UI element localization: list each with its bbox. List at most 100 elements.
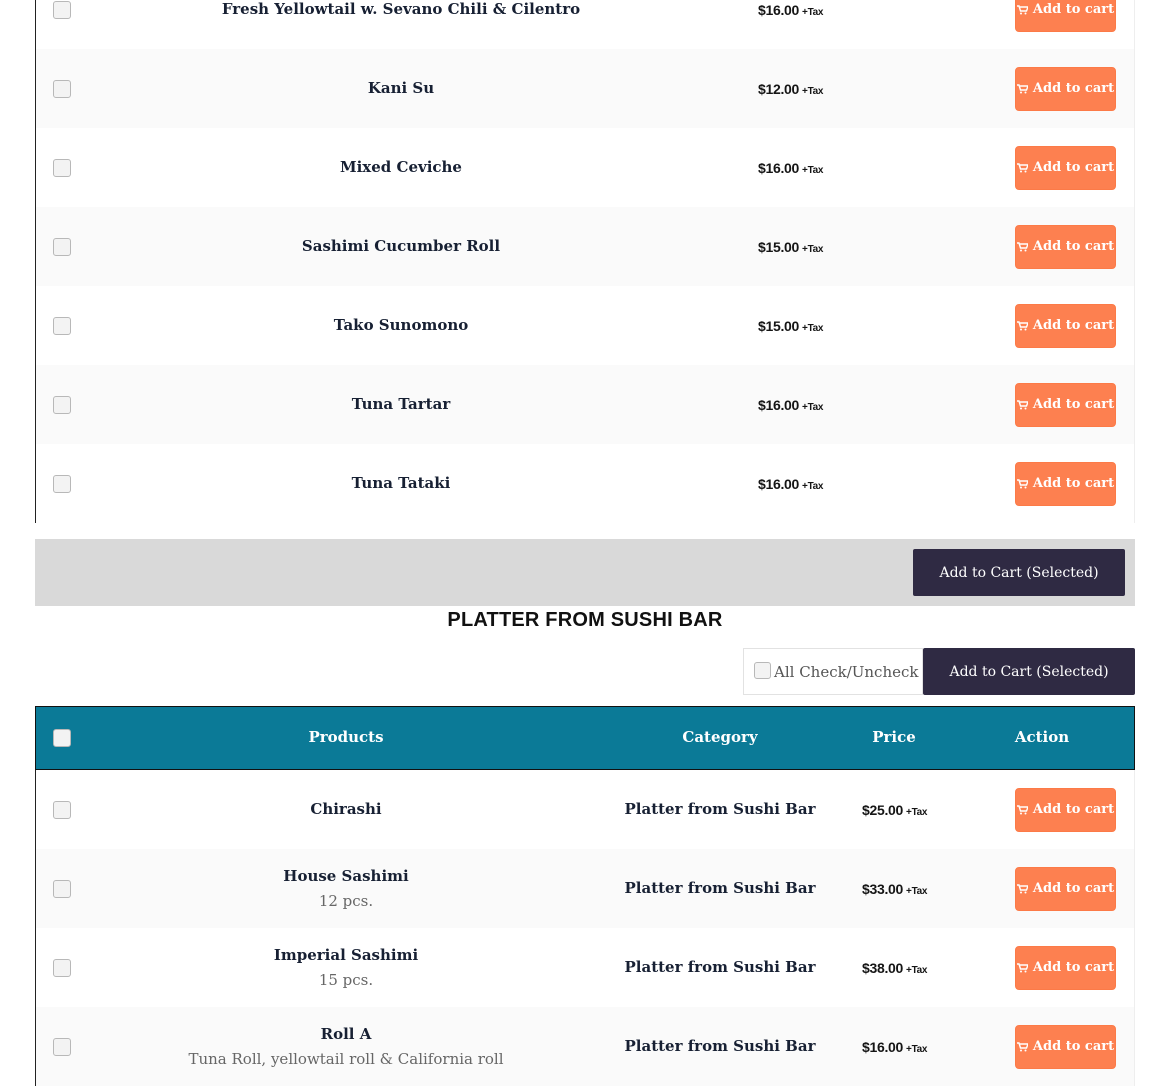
- price-amount: $16.00: [758, 475, 800, 492]
- header-price: Price: [872, 728, 916, 746]
- add-to-cart-label: Add to cart: [1032, 160, 1115, 175]
- product-title[interactable]: Imperial Sashimi: [274, 946, 418, 964]
- table-row: Sashimi Cucumber Roll $15.00 +Tax Add to …: [35, 207, 1135, 286]
- add-to-cart-label: Add to cart: [1032, 802, 1115, 817]
- tax-label: +Tax: [802, 322, 824, 334]
- check-all-checkbox[interactable]: [754, 661, 771, 679]
- product-category: Platter from Sushi Bar: [624, 957, 816, 976]
- table-row: House Sashimi 12 pcs. Platter from Sushi …: [35, 849, 1135, 928]
- row-checkbox[interactable]: [53, 0, 71, 19]
- row-checkbox[interactable]: [53, 158, 71, 177]
- product-price: $12.00 +Tax: [758, 81, 823, 97]
- tax-label: +Tax: [802, 6, 824, 18]
- product-description: 12 pcs.: [318, 891, 374, 910]
- price-amount: $16.00: [758, 159, 800, 176]
- product-name[interactable]: Roll A Tuna Roll, yellowtail roll & Calif…: [146, 1025, 546, 1068]
- row-checkbox[interactable]: [53, 879, 71, 898]
- table-row: Roll A Tuna Roll, yellowtail roll & Calif…: [35, 1007, 1135, 1086]
- row-checkbox[interactable]: [53, 474, 71, 493]
- add-to-cart-button[interactable]: Add to cart: [1015, 224, 1116, 269]
- product-description: Tuna Roll, yellowtail roll & California …: [188, 1049, 504, 1068]
- tax-label: +Tax: [802, 480, 824, 492]
- row-checkbox[interactable]: [53, 237, 71, 256]
- product-name[interactable]: Mixed Ceviche: [201, 158, 601, 176]
- add-selected-to-cart-button[interactable]: Add to Cart (Selected): [913, 549, 1125, 596]
- tax-label: +Tax: [802, 401, 824, 413]
- product-price: $25.00 +Tax: [862, 802, 927, 818]
- bulk-action-bar: Add to Cart (Selected): [35, 539, 1135, 606]
- check-all-toggle[interactable]: All Check/Uncheck: [743, 648, 923, 695]
- product-price: $16.00 +Tax: [758, 160, 823, 176]
- table-row: Mixed Ceviche $16.00 +Tax Add to cart: [35, 128, 1135, 207]
- add-to-cart-button[interactable]: Add to cart: [1015, 303, 1116, 348]
- check-all-label: All Check/Uncheck: [774, 662, 919, 681]
- header-action: Action: [1014, 728, 1070, 746]
- product-price: $33.00 +Tax: [862, 881, 927, 897]
- row-checkbox[interactable]: [53, 958, 71, 977]
- tax-label: +Tax: [802, 243, 824, 255]
- tax-label: +Tax: [906, 1043, 928, 1055]
- product-price: $15.00 +Tax: [758, 239, 823, 255]
- product-name[interactable]: Fresh Yellowtail w. Sevano Chili & Cilen…: [201, 0, 601, 18]
- add-to-cart-button[interactable]: Add to cart: [1015, 945, 1116, 990]
- row-checkbox[interactable]: [53, 800, 71, 819]
- platter-table: Products Category Price Action Chirashi …: [35, 706, 1135, 1086]
- product-name[interactable]: Kani Su: [201, 79, 601, 97]
- price-amount: $15.00: [758, 238, 800, 255]
- tax-label: +Tax: [906, 885, 928, 897]
- product-category: Platter from Sushi Bar: [624, 799, 816, 818]
- table-row: Tuna Tartar $16.00 +Tax Add to cart: [35, 365, 1135, 444]
- add-to-cart-label: Add to cart: [1032, 476, 1115, 491]
- row-checkbox[interactable]: [53, 316, 71, 335]
- cart-icon: [1016, 162, 1028, 172]
- row-checkbox[interactable]: [53, 395, 71, 414]
- add-to-cart-button[interactable]: Add to cart: [1015, 787, 1116, 832]
- add-to-cart-label: Add to cart: [1032, 881, 1115, 896]
- add-to-cart-button[interactable]: Add to cart: [1015, 1024, 1116, 1069]
- table-row: Chirashi Platter from Sushi Bar $25.00 +T…: [35, 770, 1135, 849]
- product-name[interactable]: Tako Sunomono: [201, 316, 601, 334]
- product-name[interactable]: Imperial Sashimi 15 pcs.: [146, 946, 546, 989]
- product-name[interactable]: Tuna Tartar: [201, 395, 601, 413]
- product-price: $16.00 +Tax: [758, 397, 823, 413]
- product-category: Platter from Sushi Bar: [624, 1036, 816, 1055]
- product-title[interactable]: House Sashimi: [283, 867, 408, 885]
- price-amount: $16.00: [758, 396, 800, 413]
- add-to-cart-button[interactable]: Add to cart: [1015, 866, 1116, 911]
- product-name[interactable]: Tuna Tataki: [201, 474, 601, 492]
- add-to-cart-button[interactable]: Add to cart: [1015, 382, 1116, 427]
- product-title[interactable]: Chirashi: [310, 800, 381, 818]
- cart-icon: [1016, 241, 1028, 251]
- header-products: Products: [308, 728, 384, 746]
- add-to-cart-button[interactable]: Add to cart: [1015, 461, 1116, 506]
- cart-icon: [1016, 804, 1028, 814]
- product-description: 15 pcs.: [318, 970, 374, 989]
- price-amount: $16.00: [758, 1, 800, 18]
- product-name[interactable]: House Sashimi 12 pcs.: [146, 867, 546, 910]
- cart-icon: [1016, 399, 1028, 409]
- header-select-all-checkbox[interactable]: [53, 729, 71, 747]
- add-to-cart-label: Add to cart: [1032, 81, 1115, 96]
- row-checkbox[interactable]: [53, 79, 71, 98]
- add-selected-to-cart-button[interactable]: Add to Cart (Selected): [923, 648, 1135, 695]
- add-to-cart-button[interactable]: Add to cart: [1015, 66, 1116, 111]
- add-to-cart-label: Add to cart: [1032, 397, 1115, 412]
- tax-label: +Tax: [802, 164, 824, 176]
- product-title[interactable]: Roll A: [321, 1025, 372, 1043]
- table-row: Fresh Yellowtail w. Sevano Chili & Cilen…: [35, 0, 1135, 49]
- section-title: PLATTER FROM SUSHI BAR: [447, 609, 723, 631]
- cart-icon: [1016, 962, 1028, 972]
- table-row: Tuna Tataki $16.00 +Tax Add to cart: [35, 444, 1135, 523]
- price-amount: $15.00: [758, 317, 800, 334]
- add-to-cart-button[interactable]: Add to cart: [1015, 145, 1116, 190]
- cart-icon: [1016, 4, 1028, 14]
- product-price: $38.00 +Tax: [862, 960, 927, 976]
- price-amount: $33.00: [862, 880, 904, 897]
- product-name[interactable]: Sashimi Cucumber Roll: [201, 237, 601, 255]
- previous-section-table: Fresh Yellowtail w. Sevano Chili & Cilen…: [35, 0, 1135, 523]
- add-to-cart-label: Add to cart: [1032, 2, 1115, 17]
- product-name[interactable]: Chirashi: [146, 800, 546, 818]
- add-to-cart-label: Add to cart: [1032, 239, 1115, 254]
- row-checkbox[interactable]: [53, 1037, 71, 1056]
- add-to-cart-button[interactable]: Add to cart: [1015, 0, 1116, 32]
